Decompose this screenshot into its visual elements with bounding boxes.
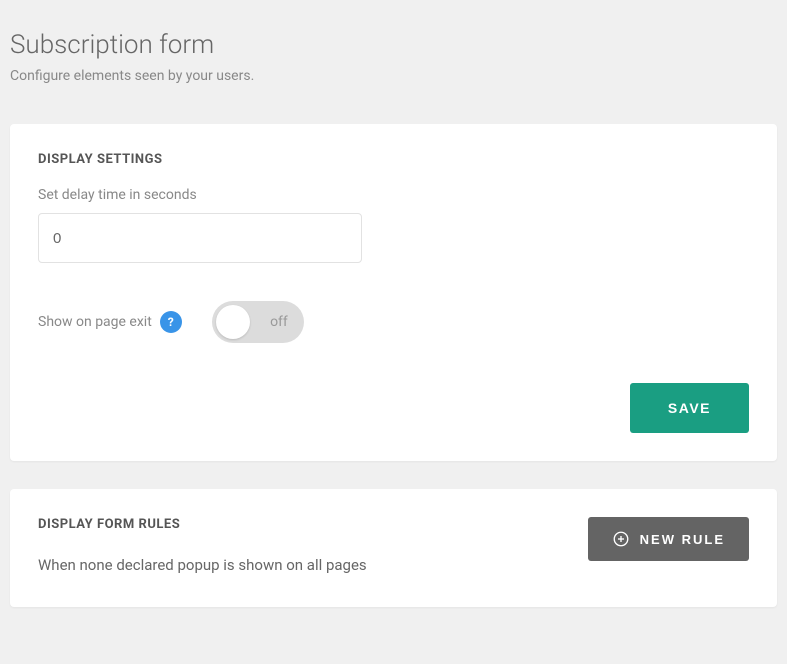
plus-circle-icon xyxy=(612,530,630,548)
display-settings-heading: DISPLAY SETTINGS xyxy=(38,152,749,167)
toggle-state-text: off xyxy=(270,314,288,330)
delay-label: Set delay time in seconds xyxy=(38,187,749,203)
page-title: Subscription form xyxy=(10,30,777,60)
save-row: SAVE xyxy=(38,383,749,433)
exit-toggle-switch[interactable]: off xyxy=(212,301,304,343)
exit-toggle-row: Show on page exit ? off xyxy=(38,301,749,343)
display-settings-card: DISPLAY SETTINGS Set delay time in secon… xyxy=(10,124,777,461)
delay-input[interactable] xyxy=(38,213,362,263)
rules-left-col: DISPLAY FORM RULES When none declared po… xyxy=(38,517,588,579)
new-rule-label: NEW RULE xyxy=(640,532,725,547)
page-subtitle: Configure elements seen by your users. xyxy=(10,68,777,84)
exit-toggle-label: Show on page exit xyxy=(38,314,152,330)
toggle-knob xyxy=(216,305,250,339)
help-icon[interactable]: ? xyxy=(160,311,182,333)
display-rules-card: DISPLAY FORM RULES When none declared po… xyxy=(10,489,777,607)
display-rules-heading: DISPLAY FORM RULES xyxy=(38,517,558,532)
new-rule-button[interactable]: NEW RULE xyxy=(588,517,749,561)
rules-description: When none declared popup is shown on all… xyxy=(38,552,418,579)
save-button[interactable]: SAVE xyxy=(630,383,749,433)
